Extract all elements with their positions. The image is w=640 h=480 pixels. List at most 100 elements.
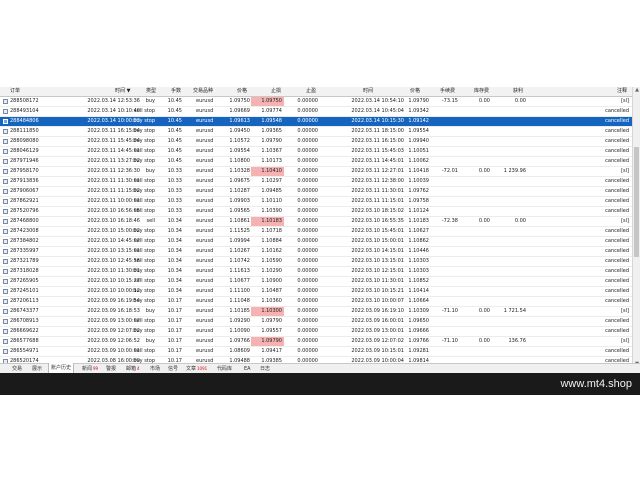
col-type[interactable]: 类型	[146, 87, 156, 96]
tab-6[interactable]: 市场	[148, 364, 162, 373]
cell-tp: 0.00000	[297, 198, 318, 204]
tab-1[interactable]: 展示	[30, 364, 44, 373]
cell-close-time: 2022.03.11 15:45:03	[351, 148, 404, 154]
col-open-price[interactable]: 价格	[237, 87, 247, 96]
cell-commission	[438, 257, 458, 266]
cell-open-price: 1.11048	[229, 298, 250, 304]
table-row[interactable]: 286577688 2022.03.09 12:06:52 buy 10.17 euru…	[0, 337, 632, 347]
table-row[interactable]: 287520796 2022.03.10 16:56:05 sell stop 10.…	[0, 207, 632, 217]
col-close-time[interactable]: 时间	[363, 87, 373, 96]
table-row[interactable]: 287384802 2022.03.10 14:45:02 sell stop 10.…	[0, 237, 632, 247]
cell-commission: -73.15	[441, 98, 458, 104]
cell-swap	[464, 177, 490, 186]
table-row[interactable]: 287468800 2022.03.10 16:18:46 sell 10.34 eur…	[0, 217, 632, 227]
col-commission[interactable]: 手续费	[440, 87, 455, 96]
cell-close-price: 1.09342	[408, 108, 429, 114]
order-icon	[3, 179, 8, 184]
tab-11[interactable]: 日志	[258, 364, 272, 373]
table-row[interactable]: 287423008 2022.03.10 15:00:02 buy stop 10.3…	[0, 227, 632, 237]
table-row[interactable]: 288508172 2022.03.14 12:53:36 buy 10.45 euru…	[0, 97, 632, 107]
table-row[interactable]: 286669622 2022.03.09 12:07:02 buy stop 10.1…	[0, 327, 632, 337]
cell-commission: -71.10	[441, 338, 458, 344]
cell-close-time: 2022.03.10 18:15:02	[351, 208, 404, 214]
cell-symbol: eurusd	[196, 348, 214, 354]
cell-symbol: eurusd	[196, 208, 214, 214]
cell-close-time: 2022.03.09 10:15:01	[351, 348, 404, 354]
cell-swap	[464, 287, 490, 296]
table-row[interactable]: 288046129 2022.03.11 14:45:01 sell stop 10.…	[0, 147, 632, 157]
table-row[interactable]: 288484806 2022.03.14 10:00:03 buy stop 10.4…	[0, 117, 632, 127]
table-row[interactable]: 287321789 2022.03.10 12:45:56 sell stop 10.…	[0, 257, 632, 267]
cell-volume: 10.45	[167, 148, 182, 154]
scroll-up-icon[interactable]: ▲	[633, 87, 640, 93]
col-close-price[interactable]: 价格	[410, 87, 420, 96]
cell-volume: 10.33	[167, 188, 182, 194]
tab-3[interactable]: 新闻99	[80, 364, 100, 373]
table-row[interactable]: 287862921 2022.03.11 10:00:01 sell stop 10.…	[0, 197, 632, 207]
col-symbol[interactable]: 交易品种	[193, 87, 213, 96]
tab-0[interactable]: 交易	[10, 364, 24, 373]
cell-volume: 10.33	[167, 198, 182, 204]
cell-ticket: 288098080	[10, 138, 39, 144]
tab-7[interactable]: 信号	[166, 364, 180, 373]
cell-tp: 0.00000	[297, 228, 318, 234]
cell-swap: 0.00	[478, 98, 490, 104]
tab-4[interactable]: 警报	[104, 364, 118, 373]
table-row[interactable]: 287906067 2022.03.11 11:15:02 buy stop 10.3…	[0, 187, 632, 197]
cell-type: buy stop	[133, 158, 155, 164]
cell-sl: 1.09548	[261, 118, 282, 124]
cell-ticket: 287384802	[10, 238, 39, 244]
cell-ticket: 287265905	[10, 278, 39, 284]
col-sl[interactable]: 止损	[271, 87, 281, 96]
table-row[interactable]: 287335997 2022.03.10 13:15:01 sell stop 10.…	[0, 247, 632, 257]
cell-comment: cancelled	[605, 248, 629, 254]
table-row[interactable]: 286743377 2022.03.09 16:18:53 buy 10.17 euru…	[0, 307, 632, 317]
table-row[interactable]: 286708913 2022.03.09 13:00:02 sell stop 10.…	[0, 317, 632, 327]
cell-symbol: eurusd	[196, 318, 214, 324]
table-row[interactable]: 288098080 2022.03.11 15:45:04 buy stop 10.4…	[0, 137, 632, 147]
tab-5[interactable]: 邮箱4	[124, 364, 142, 373]
table-row[interactable]: 288493104 2022.03.14 10:10:40 sell stop 10.…	[0, 107, 632, 117]
cell-close-price: 1.10062	[408, 158, 429, 164]
cell-volume: 10.34	[167, 278, 182, 284]
tab-9[interactable]: 代码库	[215, 364, 234, 373]
cell-close-price: 1.09650	[408, 318, 429, 324]
cell-ticket: 287971946	[10, 158, 39, 164]
table-row[interactable]: 287245101 2022.03.10 10:00:12 buy stop 10.3…	[0, 287, 632, 297]
cell-volume: 10.34	[167, 238, 182, 244]
tab-10[interactable]: EA	[242, 364, 253, 373]
cell-close-time: 2022.03.09 16:19:10	[351, 308, 404, 314]
col-open-time[interactable]: 时间 ▼	[115, 87, 130, 96]
cell-close-time: 2022.03.14 10:54:10	[351, 98, 404, 104]
watermark-text: www.mt4.shop	[560, 378, 632, 390]
col-ticket[interactable]: 订单	[10, 87, 20, 96]
cell-type: sell stop	[134, 238, 155, 244]
vertical-scrollbar[interactable]: ▲ ▼	[632, 87, 640, 367]
cell-volume: 10.34	[167, 258, 182, 264]
col-swap[interactable]: 库存费	[474, 87, 489, 96]
cell-tp: 0.00000	[297, 348, 318, 354]
cell-profit	[494, 147, 526, 156]
cell-ticket: 287468800	[10, 218, 39, 224]
col-volume[interactable]: 手数	[171, 87, 181, 96]
col-tp[interactable]: 止盈	[306, 87, 316, 96]
table-row[interactable]: 287958170 2022.03.11 12:36:30 buy 10.33 euru…	[0, 167, 632, 177]
tab-8[interactable]: 文章1091	[184, 364, 209, 373]
cell-volume: 10.45	[167, 158, 182, 164]
table-row[interactable]: 287913836 2022.03.11 11:30:01 sell stop 10.…	[0, 177, 632, 187]
table-row[interactable]: 287265905 2022.03.10 10:15:27 sell stop 10.…	[0, 277, 632, 287]
col-comment[interactable]: 注释	[617, 87, 627, 96]
table-row[interactable]: 286554971 2022.03.09 10:00:01 sell stop 10.…	[0, 347, 632, 357]
cell-volume: 10.34	[167, 248, 182, 254]
scroll-thumb[interactable]	[634, 147, 639, 257]
table-row[interactable]: 287971946 2022.03.11 13:27:02 buy stop 10.4…	[0, 157, 632, 167]
col-profit[interactable]: 获利	[513, 87, 523, 96]
tab-label: 信号	[168, 366, 179, 372]
tab-2[interactable]: 账户历史	[48, 363, 75, 373]
table-row[interactable]: 287206113 2022.03.09 16:19:54 buy stop 10.1…	[0, 297, 632, 307]
table-row[interactable]: 287318028 2022.03.10 11:30:01 buy stop 10.3…	[0, 267, 632, 277]
table-row[interactable]: 288111850 2022.03.11 16:15:04 buy stop 10.4…	[0, 127, 632, 137]
cell-open-price: 1.09450	[229, 128, 250, 134]
cell-comment: [sl]	[621, 338, 629, 344]
cell-commission: -72.38	[441, 218, 458, 224]
